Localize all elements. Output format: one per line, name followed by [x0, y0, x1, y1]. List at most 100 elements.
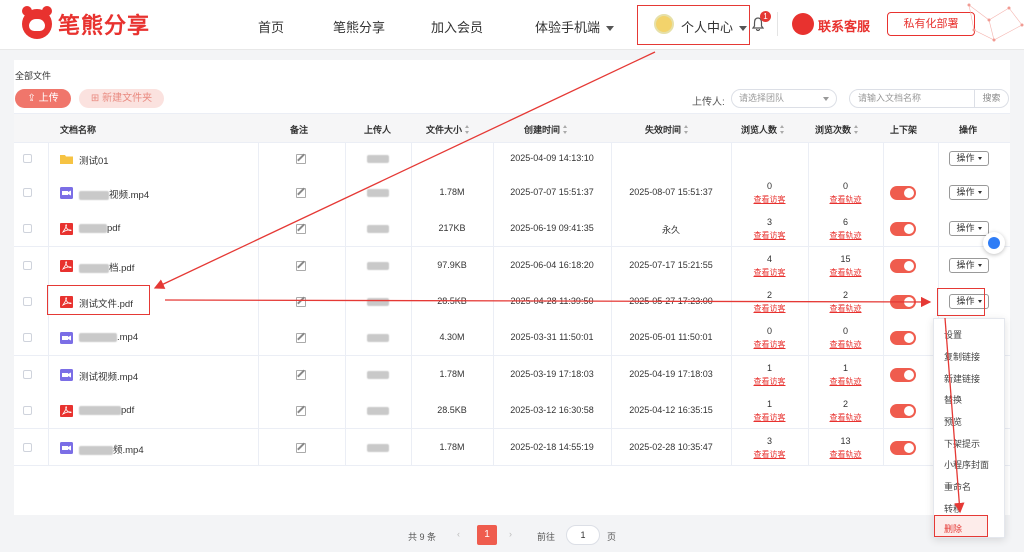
edit-note-icon[interactable]: [296, 370, 306, 380]
view-track-link[interactable]: 查看轨迹: [808, 449, 883, 460]
file-name[interactable]: .mp4: [79, 332, 138, 343]
file-name[interactable]: 测试01: [79, 153, 109, 167]
col-expires[interactable]: 失效时间: [645, 123, 689, 136]
row-checkbox[interactable]: [23, 406, 32, 415]
file-name[interactable]: 视频.mp4: [79, 187, 149, 201]
view-track-link[interactable]: 查看轨迹: [808, 194, 883, 205]
breadcrumb[interactable]: 全部文件: [15, 69, 51, 82]
menu-item-miniprogram-cover[interactable]: 小程序封面: [944, 458, 989, 471]
edit-note-icon[interactable]: [296, 261, 306, 271]
table-row[interactable]: 视频.mp4 1.78M 2025-07-07 15:51:37 2025-08-07…: [14, 174, 1010, 211]
shelf-toggle[interactable]: [890, 441, 916, 455]
col-created[interactable]: 创建时间: [524, 123, 568, 136]
shelf-toggle[interactable]: [890, 331, 916, 345]
col-views[interactable]: 浏览次数: [815, 123, 859, 136]
edit-note-icon[interactable]: [296, 443, 306, 453]
menu-item-preview[interactable]: 预览: [944, 415, 962, 428]
prev-page-icon[interactable]: ‹: [457, 529, 460, 539]
view-visitors-link[interactable]: 查看访客: [731, 339, 808, 350]
row-checkbox[interactable]: [23, 443, 32, 452]
table-row[interactable]: pdf 217KB 2025-06-19 09:41:35 永久 3 查看访客 6 查看轨迹 操…: [14, 210, 1010, 247]
edit-note-icon[interactable]: [296, 224, 306, 234]
file-name[interactable]: pdf: [79, 223, 120, 234]
page-1-button[interactable]: 1: [477, 525, 497, 545]
search-button[interactable]: 搜索: [974, 90, 1008, 107]
view-track-link[interactable]: 查看轨迹: [808, 303, 883, 314]
nav-share[interactable]: 笔熊分享: [333, 17, 385, 36]
table-row[interactable]: 档.pdf 97.9KB 2025-06-04 16:18:20 2025-07-17…: [14, 247, 1010, 284]
view-visitors-link[interactable]: 查看访客: [731, 267, 808, 278]
edit-note-icon[interactable]: [296, 154, 306, 164]
logo[interactable]: 笔熊分享: [22, 6, 150, 40]
menu-item-new-link[interactable]: 新建链接: [944, 372, 980, 385]
shelf-toggle[interactable]: [890, 222, 916, 236]
column-divider: [48, 174, 49, 210]
operation-button[interactable]: 操作: [949, 151, 989, 166]
row-checkbox[interactable]: [23, 224, 32, 233]
table-row[interactable]: pdf 28.5KB 2025-03-12 16:30:58 2025-04-12 1…: [14, 392, 1010, 429]
view-track-link[interactable]: 查看轨迹: [808, 339, 883, 350]
file-name[interactable]: pdf: [79, 405, 134, 416]
col-size[interactable]: 文件大小: [426, 123, 470, 136]
row-checkbox[interactable]: [23, 154, 32, 163]
table-row[interactable]: 测试01 2025-04-09 14:13:10 操作: [14, 143, 1010, 175]
menu-item-replace[interactable]: 替换: [944, 393, 962, 406]
nav-mobile[interactable]: 体验手机端: [535, 17, 615, 36]
table-row[interactable]: 测试文件.pdf 28.5KB 2025-04-28 11:39:50 2025-05…: [14, 283, 1010, 320]
edit-note-icon[interactable]: [296, 297, 306, 307]
edit-note-icon[interactable]: [296, 406, 306, 416]
file-name[interactable]: 测试视频.mp4: [79, 369, 138, 383]
menu-item-offshelf-tip[interactable]: 下架提示: [944, 437, 980, 450]
view-visitors-link[interactable]: 查看访客: [731, 449, 808, 460]
view-visitors-link[interactable]: 查看访客: [731, 194, 808, 205]
view-visitors-link[interactable]: 查看访客: [731, 303, 808, 314]
table-row[interactable]: .mp4 4.30M 2025-03-31 11:50:01 2025-05-01 1…: [14, 319, 1010, 356]
menu-item-rename[interactable]: 重命名: [944, 480, 971, 493]
view-track-link[interactable]: 查看轨迹: [808, 376, 883, 387]
col-viewers[interactable]: 浏览人数: [741, 123, 785, 136]
shelf-toggle[interactable]: [890, 259, 916, 273]
team-select[interactable]: 请选择团队: [731, 89, 837, 108]
view-track-link[interactable]: 查看轨迹: [808, 412, 883, 423]
nav-home[interactable]: 首页: [258, 17, 284, 36]
menu-item-transfer[interactable]: 转移: [944, 502, 962, 515]
row-checkbox[interactable]: [23, 188, 32, 197]
row-checkbox[interactable]: [23, 370, 32, 379]
view-track-link[interactable]: 查看轨迹: [808, 230, 883, 241]
table-row[interactable]: 频.mp4 1.78M 2025-02-18 14:55:19 2025-02-28 …: [14, 429, 1010, 466]
shelf-toggle[interactable]: [890, 404, 916, 418]
view-visitors-link[interactable]: 查看访客: [731, 412, 808, 423]
shelf-toggle[interactable]: [890, 295, 916, 309]
new-folder-button[interactable]: ⊞ 新建文件夹: [79, 89, 164, 108]
shelf-toggle[interactable]: [890, 186, 916, 200]
file-name[interactable]: 频.mp4: [79, 442, 144, 456]
edit-note-icon[interactable]: [296, 333, 306, 343]
menu-item-copy-link[interactable]: 复制链接: [944, 350, 980, 363]
private-deploy-button[interactable]: 私有化部署: [887, 12, 975, 36]
goto-page-input[interactable]: 1: [566, 525, 600, 545]
view-visitors-link[interactable]: 查看访客: [731, 230, 808, 241]
row-checkbox[interactable]: [23, 261, 32, 270]
menu-item-settings[interactable]: 设置: [944, 328, 962, 341]
menu-item-delete[interactable]: 删除: [944, 522, 962, 535]
nav-membership[interactable]: 加入会员: [431, 17, 483, 36]
search-input[interactable]: 请输入文档名称 搜索: [849, 89, 1009, 108]
row-checkbox[interactable]: [23, 297, 32, 306]
view-visitors-link[interactable]: 查看访客: [731, 376, 808, 387]
edit-note-icon[interactable]: [296, 188, 306, 198]
nav-personal-center[interactable]: 个人中心: [681, 17, 748, 36]
file-name[interactable]: 档.pdf: [79, 260, 134, 274]
view-track-link[interactable]: 查看轨迹: [808, 267, 883, 278]
chat-float-icon[interactable]: [983, 232, 1005, 254]
shelf-toggle[interactable]: [890, 368, 916, 382]
headset-icon[interactable]: [792, 13, 814, 35]
operation-button[interactable]: 操作: [949, 258, 989, 273]
avatar[interactable]: [654, 14, 674, 34]
upload-button[interactable]: ⇪ 上传: [15, 89, 71, 108]
operation-button[interactable]: 操作: [949, 185, 989, 200]
table-row[interactable]: 测试视频.mp4 1.78M 2025-03-19 17:18:03 2025-04-…: [14, 356, 1010, 393]
operation-button[interactable]: 操作: [949, 221, 989, 236]
row-checkbox[interactable]: [23, 333, 32, 342]
next-page-icon[interactable]: ›: [509, 529, 512, 539]
contact-service-link[interactable]: 联系客服: [818, 16, 870, 35]
